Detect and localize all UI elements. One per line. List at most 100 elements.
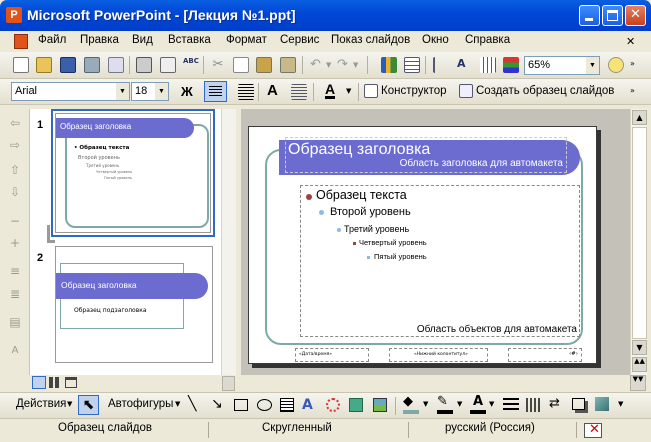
close-document-icon[interactable]: ✕: [626, 35, 640, 48]
designer-button[interactable]: Конструктор: [381, 85, 447, 97]
collapse-icon[interactable]: −: [8, 215, 22, 227]
align-left-button[interactable]: [204, 81, 227, 102]
show-formatting-icon[interactable]: A: [8, 345, 22, 357]
footer-placeholder[interactable]: «Нижний колонтитул»: [389, 348, 488, 362]
title-placeholder[interactable]: Образец заголовка Область заголовка для …: [285, 137, 567, 173]
show-formatting-icon[interactable]: A: [457, 57, 473, 73]
previous-slide-button[interactable]: ▲▲: [632, 357, 647, 372]
menu-help[interactable]: Справка: [465, 34, 510, 46]
redo-icon[interactable]: ↷: [337, 57, 353, 73]
3d-style-icon[interactable]: [595, 397, 609, 411]
toolbar-options-icon[interactable]: ▼: [618, 400, 623, 408]
spelling-status-icon[interactable]: ✕: [584, 422, 602, 438]
document-icon[interactable]: [14, 34, 28, 49]
line-style-icon[interactable]: [503, 398, 519, 412]
arrow-style-icon[interactable]: ⇄: [549, 396, 565, 414]
chevron-down-icon[interactable]: ▼: [67, 400, 72, 408]
normal-view-button[interactable]: [32, 376, 46, 389]
toolbar-options-icon[interactable]: »: [630, 86, 635, 95]
font-color-icon[interactable]: A: [325, 82, 336, 99]
decrease-indent-icon[interactable]: [291, 84, 307, 100]
demote-icon[interactable]: ⇨: [8, 139, 22, 151]
horizontal-scrollbar[interactable]: ▼▼: [241, 375, 647, 392]
body-placeholder[interactable]: Образец текста Второй уровень Третий уро…: [300, 185, 580, 337]
font-size-select[interactable]: 18 ▼: [131, 82, 169, 101]
undo-dropdown-icon[interactable]: ▼: [326, 61, 331, 69]
fill-color-icon[interactable]: ◆: [403, 395, 419, 414]
menu-file[interactable]: Файл: [38, 34, 66, 46]
actions-menu[interactable]: Действия: [16, 398, 66, 410]
slide-master-canvas[interactable]: Образец заголовка Область заголовка для …: [248, 126, 597, 364]
oval-tool-icon[interactable]: [257, 399, 272, 411]
bullets-icon[interactable]: [238, 84, 254, 100]
line-color-icon[interactable]: ✎: [437, 395, 453, 414]
create-slide-master-button[interactable]: Создать образец слайдов: [476, 85, 614, 97]
slide-show-button[interactable]: [65, 377, 77, 388]
redo-dropdown-icon[interactable]: ▼: [353, 61, 358, 69]
autoshapes-menu[interactable]: Автофигуры: [108, 398, 173, 410]
summary-slide-icon[interactable]: ▤: [8, 316, 22, 328]
clip-art-icon[interactable]: [349, 398, 363, 412]
format-painter-icon[interactable]: [280, 57, 296, 73]
diagram-icon[interactable]: [326, 398, 340, 412]
menu-insert[interactable]: Вставка: [168, 34, 211, 46]
wordart-icon[interactable]: A: [302, 397, 318, 413]
slide-number-placeholder[interactable]: ‹#›: [508, 348, 582, 362]
help-icon[interactable]: [608, 57, 624, 73]
menu-window[interactable]: Окно: [422, 34, 449, 46]
insert-chart-icon[interactable]: [381, 57, 397, 73]
color-grayscale-icon[interactable]: [503, 57, 519, 73]
expand-icon[interactable]: +: [8, 237, 22, 249]
collapse-all-icon[interactable]: ≡: [8, 265, 22, 277]
rectangle-tool-icon[interactable]: [234, 399, 248, 411]
font-color-dropdown-icon[interactable]: ▼: [489, 400, 494, 408]
font-color-icon[interactable]: A: [470, 395, 486, 414]
zoom-select[interactable]: 65% ▼: [524, 56, 600, 75]
minimize-button[interactable]: [579, 5, 600, 26]
arrow-tool-icon[interactable]: ↘: [211, 396, 225, 412]
grid-icon[interactable]: [480, 57, 496, 73]
permission-icon[interactable]: [84, 57, 100, 73]
date-placeholder[interactable]: «Дата/время»: [295, 348, 369, 362]
cut-icon[interactable]: ✂: [210, 57, 226, 73]
increase-font-icon[interactable]: A: [267, 82, 278, 99]
thumbnail-slide-2[interactable]: Образец заголовка Образец подзаголовка: [55, 246, 213, 363]
open-folder-icon[interactable]: [36, 57, 52, 73]
menu-tools[interactable]: Сервис: [280, 34, 319, 46]
insert-table-icon[interactable]: [404, 57, 420, 73]
spelling-icon[interactable]: ABC: [183, 57, 199, 73]
thumbnails-scrollbar[interactable]: [221, 109, 236, 375]
promote-icon[interactable]: ⇦: [8, 117, 22, 129]
scroll-left-button[interactable]: [222, 376, 235, 391]
font-select[interactable]: Arial ▼: [11, 82, 130, 101]
text-box-icon[interactable]: [280, 398, 294, 412]
scroll-down-button[interactable]: ▼: [632, 340, 647, 355]
move-up-icon[interactable]: ⇧: [8, 164, 22, 176]
chevron-down-icon[interactable]: ▼: [175, 400, 180, 408]
fill-color-dropdown-icon[interactable]: ▼: [423, 400, 428, 408]
email-icon[interactable]: [108, 57, 124, 73]
paste-icon[interactable]: [256, 57, 272, 73]
line-color-dropdown-icon[interactable]: ▼: [457, 400, 462, 408]
move-down-icon[interactable]: ⇩: [8, 186, 22, 198]
thumbnail-slide-1[interactable]: Образец заголовка • Образец текста Второ…: [51, 109, 215, 237]
toolbar-options-icon[interactable]: »: [630, 59, 635, 68]
copy-icon[interactable]: [233, 57, 249, 73]
menu-view[interactable]: Вид: [132, 34, 153, 46]
line-tool-icon[interactable]: ╲: [188, 396, 202, 412]
maximize-button[interactable]: [602, 5, 623, 26]
next-slide-button[interactable]: ▼▼: [630, 375, 646, 391]
menu-edit[interactable]: Правка: [80, 34, 119, 46]
undo-icon[interactable]: ↶: [310, 57, 326, 73]
expand-all-icon[interactable]: [433, 57, 449, 73]
print-preview-icon[interactable]: [160, 57, 176, 73]
menu-format[interactable]: Формат: [226, 34, 267, 46]
bold-button[interactable]: Ж: [181, 84, 193, 99]
dash-style-icon[interactable]: [526, 398, 542, 412]
vertical-scrollbar[interactable]: ▲ ▼ ▲▲: [630, 109, 647, 375]
expand-all-icon[interactable]: ≣: [8, 288, 22, 300]
save-icon[interactable]: [60, 57, 76, 73]
picture-icon[interactable]: [373, 398, 387, 412]
close-button[interactable]: ✕: [625, 5, 646, 26]
select-objects-button[interactable]: ⬉: [78, 395, 99, 415]
